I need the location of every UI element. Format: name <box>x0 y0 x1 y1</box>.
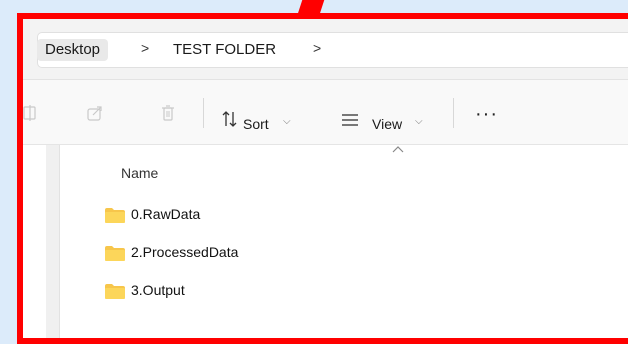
navigation-pane-edge[interactable] <box>46 145 60 338</box>
sort-icon[interactable] <box>221 110 239 128</box>
breadcrumb-test-folder[interactable]: TEST FOLDER <box>173 41 276 59</box>
list-item[interactable]: 0.RawData <box>105 205 405 225</box>
address-bar: Desktop > TEST FOLDER > <box>23 19 628 80</box>
folder-icon <box>105 284 125 299</box>
column-header-name[interactable]: Name <box>121 165 158 181</box>
toolbar-divider <box>453 98 454 128</box>
file-name: 3.Output <box>131 282 185 298</box>
list-item[interactable]: 3.Output <box>105 281 405 301</box>
share-icon[interactable] <box>86 104 104 122</box>
list-item[interactable]: 2.ProcessedData <box>105 243 405 263</box>
folder-icon <box>105 208 125 223</box>
sort-button[interactable]: Sort <box>243 116 269 132</box>
file-name: 2.ProcessedData <box>131 244 239 260</box>
chevron-right-icon[interactable]: > <box>141 40 149 56</box>
sort-ascending-caret-icon <box>392 146 404 153</box>
chevron-down-icon[interactable]: ⌵ <box>283 116 291 127</box>
file-name: 0.RawData <box>131 206 201 222</box>
view-button[interactable]: View <box>372 116 402 132</box>
toolbar-divider <box>203 98 204 128</box>
breadcrumb[interactable] <box>37 32 628 68</box>
chevron-right-icon[interactable]: > <box>313 40 321 56</box>
red-highlight-frame: Desktop > TEST FOLDER > Sort ⌵ View ⌵ ··… <box>17 13 628 344</box>
chevron-down-icon[interactable]: ⌵ <box>415 116 423 127</box>
command-bar: Sort ⌵ View ⌵ ··· <box>23 80 628 145</box>
breadcrumb-desktop[interactable]: Desktop <box>37 39 109 61</box>
view-icon[interactable] <box>341 113 359 127</box>
file-explorer-window: Desktop > TEST FOLDER > Sort ⌵ View ⌵ ··… <box>23 19 628 338</box>
rename-icon[interactable] <box>23 104 37 122</box>
folder-icon <box>105 246 125 261</box>
delete-icon[interactable] <box>160 104 176 122</box>
more-options-icon[interactable]: ··· <box>475 103 498 126</box>
